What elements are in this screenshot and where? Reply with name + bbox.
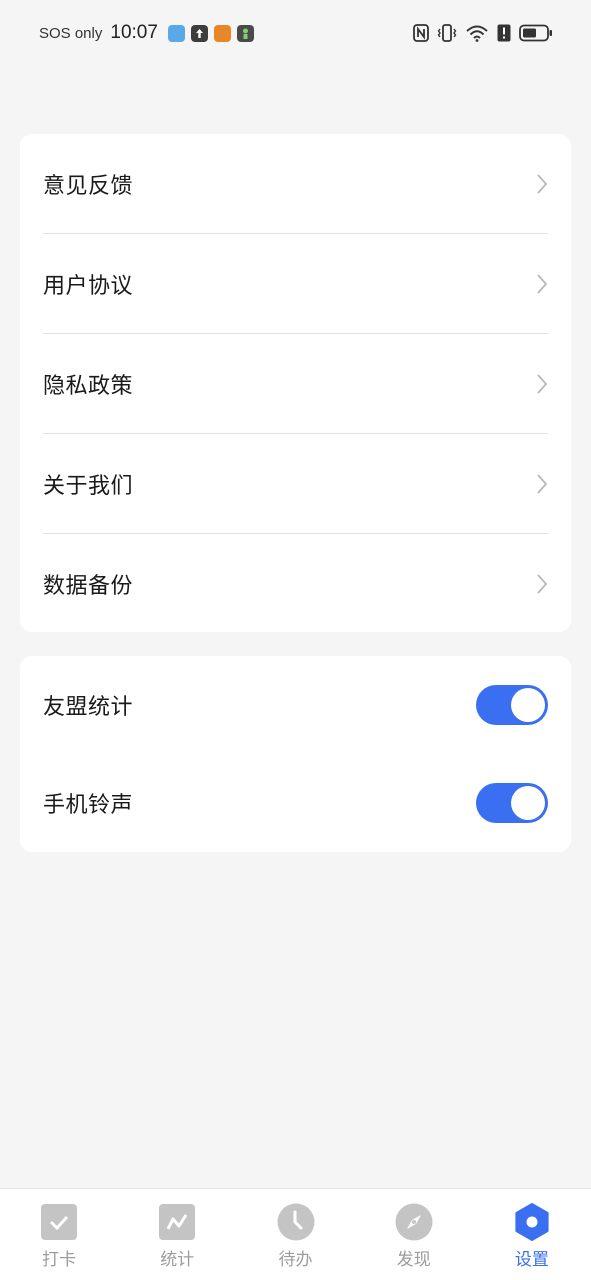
data-backup-row[interactable]: 数据备份: [43, 534, 548, 634]
settings-links-card: 意见反馈 用户协议 隐私政策 关于我们 数据备份: [20, 134, 571, 632]
tab-todo[interactable]: 待办: [236, 1189, 354, 1280]
chevron-right-icon: [537, 574, 548, 594]
tab-statistics[interactable]: 统计: [118, 1189, 236, 1280]
tab-settings[interactable]: 设置: [473, 1189, 591, 1280]
game-app-icon: [236, 24, 254, 42]
about-us-label: 关于我们: [43, 474, 134, 499]
status-bar: SOS only 10:07: [0, 0, 591, 66]
weather-app-icon: [167, 24, 185, 42]
vibrate-icon: [437, 24, 457, 42]
chevron-right-icon: [537, 174, 548, 194]
settings-screen: SOS only 10:07 意见反馈 用户协议 隐私政策 关于我们 数据备份 …: [0, 0, 591, 1280]
user-agreement-row[interactable]: 用户协议: [43, 234, 548, 334]
privacy-policy-label: 隐私政策: [43, 374, 134, 399]
chart-icon: [158, 1203, 196, 1241]
chevron-right-icon: [537, 274, 548, 294]
tab-label: 待办: [278, 1250, 313, 1270]
tab-checkin[interactable]: 打卡: [0, 1189, 118, 1280]
chevron-right-icon: [537, 474, 548, 494]
battery-icon: [519, 24, 553, 42]
clock-time: 10:07: [110, 22, 158, 43]
wifi-icon: [465, 24, 489, 42]
settings-toggles-card: 友盟统计 手机铃声: [20, 656, 571, 852]
umeng-stats-toggle[interactable]: [476, 685, 548, 725]
carrier-text: SOS only: [39, 24, 103, 42]
about-us-row[interactable]: 关于我们: [43, 434, 548, 534]
chevron-right-icon: [537, 374, 548, 394]
tab-label: 设置: [514, 1250, 549, 1270]
status-right: [413, 24, 553, 42]
tab-label: 统计: [160, 1250, 195, 1270]
feedback-label: 意见反馈: [43, 174, 134, 199]
privacy-policy-row[interactable]: 隐私政策: [43, 334, 548, 434]
compass-icon: [395, 1203, 433, 1241]
ringtone-label: 手机铃声: [43, 793, 134, 818]
novel-app-icon: [213, 24, 231, 42]
check-icon: [40, 1203, 78, 1241]
nfc-icon: [413, 24, 429, 42]
toggle-knob: [511, 786, 545, 820]
toggle-knob: [511, 688, 545, 722]
alert-icon: [497, 24, 511, 42]
tab-label: 发现: [396, 1250, 431, 1270]
feedback-row[interactable]: 意见反馈: [43, 134, 548, 234]
tab-discover[interactable]: 发现: [355, 1189, 473, 1280]
settings-icon: [513, 1203, 551, 1241]
bottom-tab-bar: 打卡 统计 待办 发现 设置: [0, 1188, 591, 1280]
ringtone-row: 手机铃声: [43, 754, 548, 852]
user-agreement-label: 用户协议: [43, 274, 134, 299]
status-left: SOS only 10:07: [39, 22, 254, 44]
clock-icon: [277, 1203, 315, 1241]
umeng-stats-row: 友盟统计: [43, 656, 548, 754]
tab-label: 打卡: [42, 1250, 77, 1270]
data-backup-label: 数据备份: [43, 574, 134, 599]
ringtone-toggle[interactable]: [476, 783, 548, 823]
umeng-stats-label: 友盟统计: [43, 695, 134, 720]
upload-app-icon: [190, 24, 208, 42]
